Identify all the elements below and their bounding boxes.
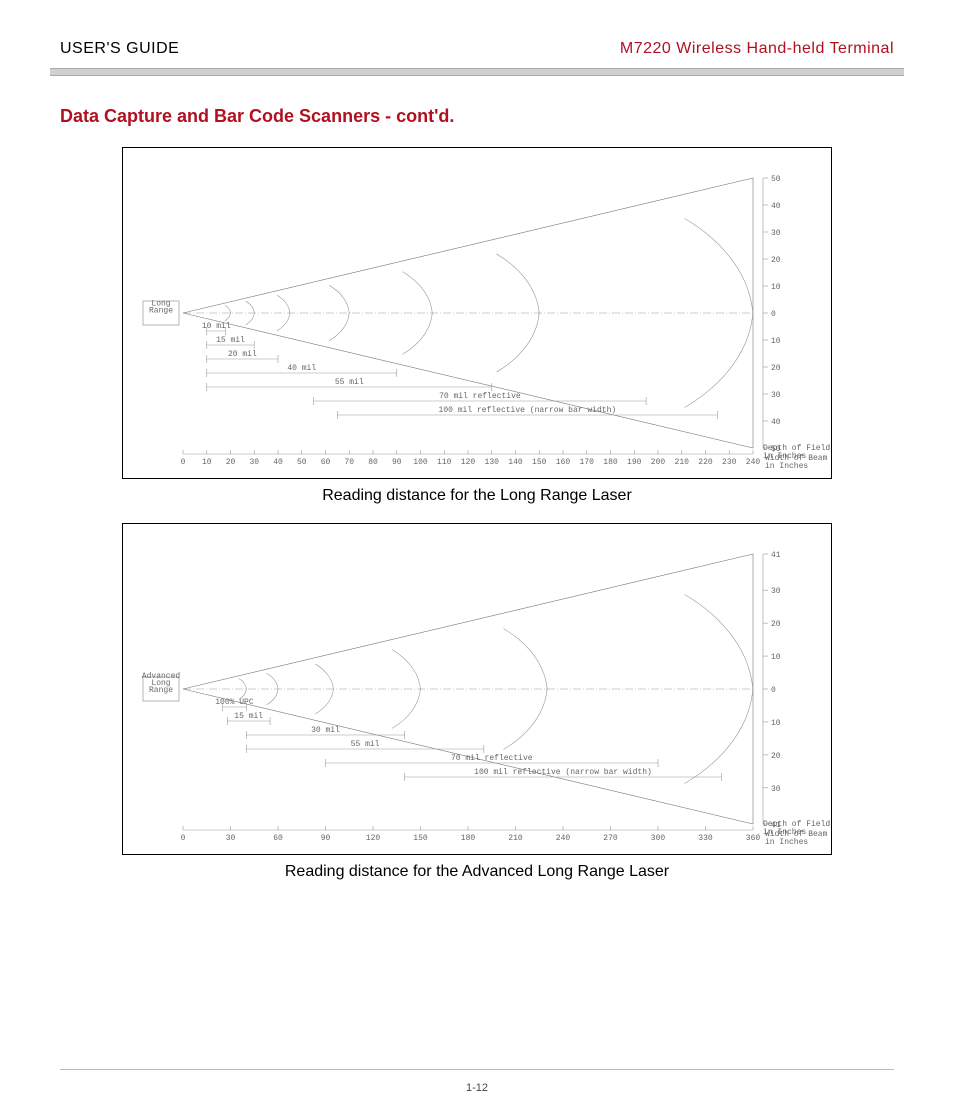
svg-text:30: 30 [771,391,781,400]
svg-text:100 mil reflective (narrow bar: 100 mil reflective (narrow bar width) [474,768,652,777]
svg-text:30: 30 [771,785,781,794]
svg-text:80: 80 [368,458,378,467]
page-number: 1-12 [0,1082,954,1094]
svg-text:330: 330 [698,834,713,843]
svg-text:270: 270 [603,834,618,843]
svg-text:40 mil: 40 mil [287,364,316,373]
figure-long-range: LongRange504030201001020304050Width of B… [122,147,832,479]
svg-text:in Inches: in Inches [763,452,806,461]
svg-text:in Inches: in Inches [763,828,806,837]
svg-text:30: 30 [249,458,259,467]
svg-text:15 mil: 15 mil [216,336,245,345]
svg-text:20: 20 [771,364,781,373]
svg-text:100: 100 [413,458,428,467]
figure-caption: Reading distance for the Long Range Lase… [122,487,832,505]
svg-text:210: 210 [508,834,523,843]
svg-text:20: 20 [771,752,781,761]
svg-text:90: 90 [321,834,331,843]
svg-text:30: 30 [771,229,781,238]
long-range-chart: LongRange504030201001020304050Width of B… [123,148,833,478]
svg-text:0: 0 [771,686,776,695]
svg-text:30 mil: 30 mil [311,726,340,735]
svg-text:10 mil: 10 mil [202,322,231,331]
svg-text:41: 41 [771,551,781,560]
svg-text:20: 20 [226,458,236,467]
svg-text:20 mil: 20 mil [228,350,257,359]
svg-text:60: 60 [273,834,283,843]
svg-text:55 mil: 55 mil [351,740,380,749]
svg-text:0: 0 [771,310,776,319]
svg-text:10: 10 [771,719,781,728]
svg-text:70: 70 [344,458,354,467]
svg-text:210: 210 [675,458,690,467]
svg-text:220: 220 [698,458,713,467]
svg-text:20: 20 [771,620,781,629]
svg-text:110: 110 [437,458,452,467]
svg-text:360: 360 [746,834,761,843]
svg-text:15 mil: 15 mil [234,712,263,721]
svg-text:70 mil reflective: 70 mil reflective [439,392,521,401]
svg-text:60: 60 [321,458,331,467]
svg-text:50: 50 [771,175,781,184]
svg-text:40: 40 [273,458,283,467]
svg-text:100 mil reflective (narrow bar: 100 mil reflective (narrow bar width) [439,406,617,415]
svg-text:240: 240 [556,834,571,843]
section-title: Data Capture and Bar Code Scanners - con… [60,106,894,127]
svg-text:70 mil reflective: 70 mil reflective [451,754,533,763]
svg-text:10: 10 [771,653,781,662]
svg-text:190: 190 [627,458,642,467]
svg-text:40: 40 [771,202,781,211]
svg-text:10: 10 [202,458,212,467]
svg-text:180: 180 [603,458,618,467]
svg-text:120: 120 [366,834,381,843]
svg-text:180: 180 [461,834,476,843]
svg-text:40: 40 [771,418,781,427]
footer-divider [60,1069,894,1070]
svg-text:10: 10 [771,283,781,292]
svg-text:20: 20 [771,256,781,265]
svg-text:170: 170 [580,458,595,467]
svg-text:30: 30 [226,834,236,843]
header-right: M7220 Wireless Hand-held Terminal [620,40,894,58]
svg-text:0: 0 [181,834,186,843]
svg-text:230: 230 [722,458,737,467]
svg-text:150: 150 [532,458,547,467]
svg-text:in Inches: in Inches [765,462,808,471]
svg-text:150: 150 [413,834,428,843]
svg-text:55 mil: 55 mil [335,378,364,387]
svg-text:30: 30 [771,587,781,596]
svg-text:140: 140 [508,458,523,467]
svg-text:300: 300 [651,834,666,843]
svg-text:200: 200 [651,458,666,467]
svg-text:0: 0 [181,458,186,467]
figure-adv-long-range: AdvancedLongRange41302010010203041Width … [122,523,832,855]
svg-text:100% UPC: 100% UPC [215,698,254,707]
svg-text:Range: Range [149,686,173,695]
svg-text:90: 90 [392,458,402,467]
svg-text:Range: Range [149,307,173,316]
svg-text:130: 130 [485,458,500,467]
adv-long-range-chart: AdvancedLongRange41302010010203041Width … [123,524,833,854]
figure-caption: Reading distance for the Advanced Long R… [122,863,832,881]
svg-text:50: 50 [297,458,307,467]
header-divider [50,68,904,76]
svg-text:in Inches: in Inches [765,838,808,847]
svg-text:240: 240 [746,458,761,467]
header-left: USER'S GUIDE [60,40,179,58]
svg-text:160: 160 [556,458,571,467]
page-header: USER'S GUIDE M7220 Wireless Hand-held Te… [60,40,894,58]
svg-text:120: 120 [461,458,476,467]
svg-text:10: 10 [771,337,781,346]
